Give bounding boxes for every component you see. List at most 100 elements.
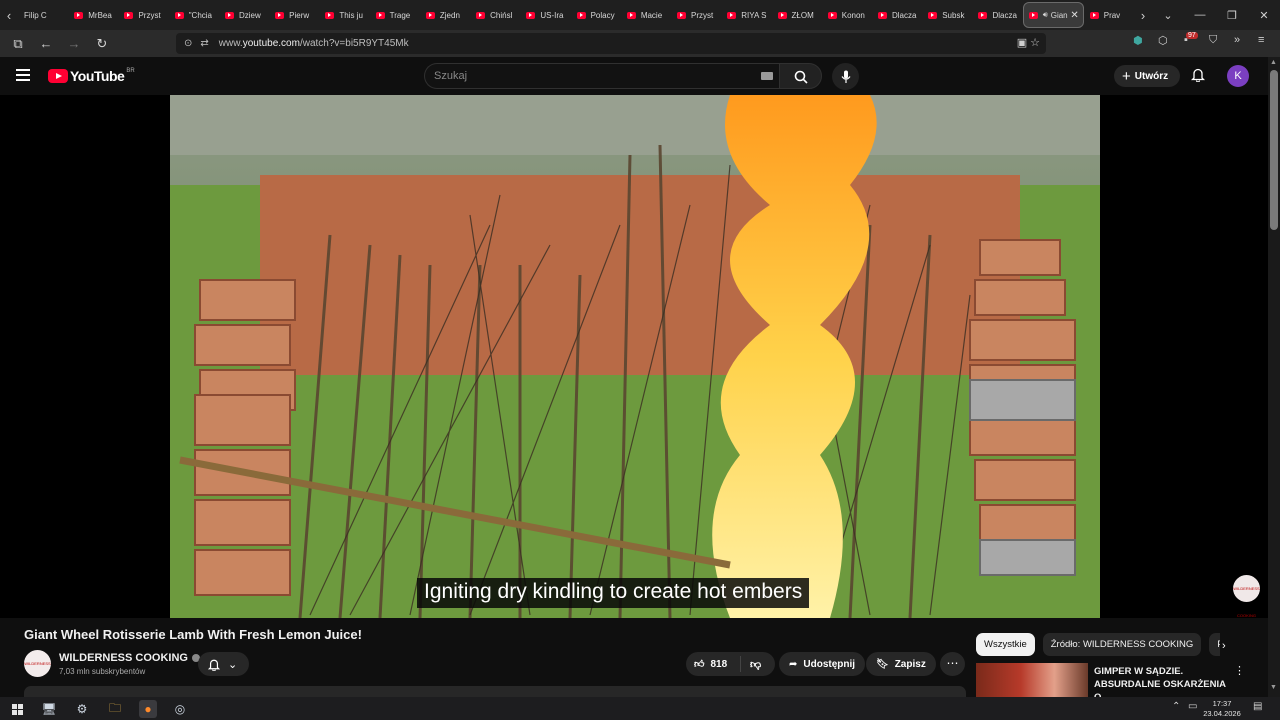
reader-and-bookmark-icons[interactable]: ▣ ☆ xyxy=(1017,36,1040,49)
tab-label: Gian xyxy=(1050,10,1068,20)
share-button[interactable]: ➦ Udostępnij xyxy=(779,652,866,676)
browser-tab-active[interactable]: 🔊︎ Gian ✕ xyxy=(1022,2,1084,28)
computer-icon[interactable]: 🖥︎ xyxy=(40,700,58,718)
shield-icon[interactable]: ⛉ xyxy=(1209,34,1217,47)
reload-icon[interactable]: ↻ xyxy=(90,32,114,56)
extensions-icon[interactable]: ⬡ xyxy=(1158,34,1168,47)
browser-tab[interactable]: "Chcia xyxy=(169,2,219,28)
channel-name-text: WILDERNESS COOKING xyxy=(59,652,188,664)
browser-tab[interactable]: Pierw xyxy=(269,2,319,28)
close-tab-icon[interactable]: ✕ xyxy=(1070,10,1078,21)
permissions-icon[interactable]: ⇄ xyxy=(200,38,208,49)
browser-tab[interactable]: Przyst xyxy=(671,2,721,28)
back-icon[interactable]: ← xyxy=(34,32,58,56)
channel-avatar[interactable]: WILDERNESS COOKING xyxy=(24,650,51,693)
browser-tab[interactable]: Konon xyxy=(822,2,872,28)
windows-start-icon[interactable] xyxy=(8,700,26,718)
tray-overflow-icon[interactable]: ⌃ xyxy=(1172,701,1180,712)
bell-icon xyxy=(208,659,220,671)
search-input[interactable]: Szukaj xyxy=(424,63,779,89)
hamburger-menu-icon[interactable] xyxy=(16,69,30,81)
recommendation-chips: Wszystkie Źródło: WILDERNESS COOKING Po xyxy=(976,633,1220,656)
speaker-icon[interactable]: 🔊︎ xyxy=(1043,10,1048,20)
firefox-icon[interactable]: ● xyxy=(139,700,157,718)
channel-name[interactable]: WILDERNESS COOKING xyxy=(59,652,200,664)
tab-label: Trage xyxy=(389,10,411,20)
browser-tab[interactable]: MrBea xyxy=(68,2,118,28)
browser-tab[interactable]: Dlacza xyxy=(872,2,922,28)
tab-label: Dlacza xyxy=(992,10,1017,20)
chip-from-channel[interactable]: Źródło: WILDERNESS COOKING xyxy=(1042,633,1202,656)
recommended-video[interactable]: GIMPER W SĄDZIE. ABSURDALNE OSKARŻENIA O… xyxy=(976,663,1266,703)
browser-tab[interactable]: RIYA S xyxy=(721,2,771,28)
browser-tab[interactable]: Trage xyxy=(370,2,420,28)
tab-overview-icon[interactable]: ⧉ xyxy=(6,32,30,56)
network-icon[interactable]: ▭ xyxy=(1188,701,1197,712)
menu-icon[interactable]: ≡ xyxy=(1258,34,1264,46)
app-icon[interactable]: ◎ xyxy=(171,700,189,718)
youtube-favicon-icon xyxy=(74,11,84,19)
create-button[interactable]: + Utwórz xyxy=(1114,65,1180,87)
chip-all[interactable]: Wszystkie xyxy=(976,633,1035,656)
close-window-icon[interactable]: ✕ xyxy=(1248,9,1280,22)
browser-tab[interactable]: Macie xyxy=(621,2,671,28)
scroll-down-icon[interactable]: ▼ xyxy=(1270,684,1277,691)
dislike-button[interactable]: 👎︎ xyxy=(741,658,761,671)
extension-shield-icon[interactable]: ⬢ xyxy=(1133,34,1143,47)
address-bar[interactable]: ⊙ ⇄ www.youtube.com/watch?v=bi5R9YT45Mk … xyxy=(176,33,1046,54)
scrollbar-thumb[interactable] xyxy=(1270,70,1278,230)
like-button[interactable]: 👍︎ 818 xyxy=(686,656,741,672)
browser-tab[interactable]: Dziew xyxy=(219,2,269,28)
page-scrollbar[interactable]: ▲ ▼ xyxy=(1268,57,1280,697)
file-explorer-icon[interactable]: 🗀︎ xyxy=(106,700,124,718)
subscribed-notifications-button[interactable]: ⌄ xyxy=(198,652,249,676)
save-button[interactable]: 🔖︎ Zapisz xyxy=(866,652,936,676)
browser-toolbar: ⧉ ← → ↻ ⊙ ⇄ www.youtube.com/watch?v=bi5R… xyxy=(0,30,1280,57)
more-options-icon[interactable]: ⋮ xyxy=(1234,664,1245,677)
browser-tab[interactable]: Zjedn xyxy=(420,2,470,28)
browser-tab[interactable]: ZŁOM xyxy=(772,2,822,28)
scroll-up-icon[interactable]: ▲ xyxy=(1270,59,1277,66)
tab-label: Prav xyxy=(1103,10,1121,20)
system-clock[interactable]: 17:37 23.04.2026 xyxy=(1203,697,1241,719)
minimize-window-icon[interactable]: — xyxy=(1184,9,1216,21)
browser-tab[interactable]: Polacy xyxy=(571,2,621,28)
youtube-favicon-icon xyxy=(626,11,636,19)
search-icon xyxy=(794,70,808,84)
site-info-icon[interactable]: ⊙ xyxy=(184,38,192,49)
chevron-down-icon: ⌄ xyxy=(228,658,238,671)
notifications-icon[interactable]: ▤ xyxy=(1253,701,1262,712)
tab-scroll-right-icon[interactable]: › xyxy=(1134,0,1152,30)
description-box[interactable] xyxy=(24,686,966,697)
save-label: Zapisz xyxy=(894,658,926,670)
chip-related[interactable]: Po xyxy=(1209,633,1220,656)
recommended-video-thumbnail[interactable] xyxy=(976,663,1088,697)
tab-list-dropdown-icon[interactable]: ⌄ xyxy=(1152,9,1184,22)
browser-tab[interactable]: Prav xyxy=(1084,2,1134,28)
browser-tab[interactable]: Filip C xyxy=(18,2,68,28)
like-count: 818 xyxy=(710,658,728,670)
search-button[interactable] xyxy=(779,63,822,89)
browser-tab[interactable]: Subsk xyxy=(922,2,972,28)
browser-tab[interactable]: Przyst xyxy=(118,2,168,28)
account-avatar[interactable]: K xyxy=(1227,65,1249,87)
video-title: Giant Wheel Rotisserie Lamb With Fresh L… xyxy=(24,627,362,642)
tab-scroll-left-icon[interactable]: ‹ xyxy=(0,0,18,30)
keyboard-icon[interactable] xyxy=(761,72,773,80)
browser-tab[interactable]: Chińsl xyxy=(470,2,520,28)
overflow-chevron-icon[interactable]: » xyxy=(1234,34,1240,46)
forward-icon[interactable]: → xyxy=(62,32,86,56)
steam-icon[interactable]: ⚙︎ xyxy=(73,700,91,718)
youtube-logo[interactable]: YouTube BR xyxy=(48,68,135,84)
browser-tab[interactable]: This ju xyxy=(319,2,369,28)
channel-watermark[interactable]: WILDERNESS COOKING xyxy=(1233,575,1260,618)
browser-tab[interactable]: US-Ira xyxy=(520,2,570,28)
notifications-button[interactable] xyxy=(1190,67,1206,85)
restore-window-icon[interactable]: ❐ xyxy=(1216,9,1248,22)
video-player[interactable] xyxy=(170,95,1100,618)
browser-tab[interactable]: Dlacza xyxy=(972,2,1022,28)
more-actions-icon[interactable]: ⋯ xyxy=(940,652,965,676)
chevron-right-icon[interactable]: › xyxy=(1222,640,1226,652)
voice-search-button[interactable] xyxy=(832,63,859,90)
tab-label: Dlacza xyxy=(891,10,917,20)
